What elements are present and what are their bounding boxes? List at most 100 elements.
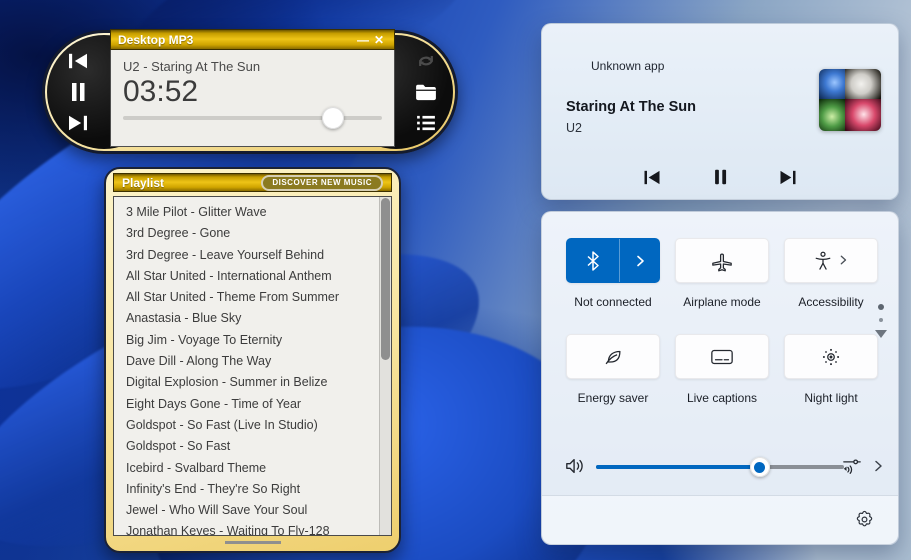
airplane-mode-tile-label: Airplane mode bbox=[683, 295, 761, 309]
playlist-item[interactable]: Eight Days Gone - Time of Year bbox=[126, 394, 371, 415]
audio-output-selector-icon[interactable] bbox=[842, 456, 862, 481]
speaker-icon[interactable] bbox=[564, 456, 586, 481]
playlist-item[interactable]: Jonathan Keyes - Waiting To Fly-128 bbox=[126, 521, 371, 535]
live-captions-tile[interactable] bbox=[675, 334, 769, 379]
minimize-button[interactable]: — bbox=[355, 33, 371, 47]
playlist-item[interactable]: Jewel - Who Will Save Your Soul bbox=[126, 500, 371, 521]
player-main-window: Desktop MP3 — ✕ U2 - Staring At The Sun … bbox=[110, 29, 395, 148]
pager-dot-active[interactable] bbox=[878, 304, 884, 310]
desktop: Desktop MP3 — ✕ U2 - Staring At The Sun … bbox=[0, 0, 911, 560]
playlist-item[interactable]: 3rd Degree - Leave Yourself Behind bbox=[126, 245, 371, 266]
airplane-mode-tile[interactable] bbox=[675, 238, 769, 283]
captions-icon bbox=[711, 349, 733, 364]
night-light-icon bbox=[822, 348, 840, 365]
previous-icon bbox=[644, 170, 660, 184]
bluetooth-tile-label: Not connected bbox=[574, 295, 652, 309]
close-button[interactable]: ✕ bbox=[371, 33, 387, 47]
playlist-item[interactable]: All Star United - International Anthem bbox=[126, 266, 371, 287]
playlist-window: Playlist DISCOVER NEW MUSIC 3 Mile Pilot… bbox=[104, 167, 401, 553]
bluetooth-toggle[interactable] bbox=[567, 239, 619, 282]
airplane-icon bbox=[712, 252, 732, 271]
seek-slider[interactable] bbox=[123, 107, 382, 129]
seek-thumb[interactable] bbox=[321, 107, 344, 129]
playlist-item[interactable]: 3 Mile Pilot - Glitter Wave bbox=[126, 202, 371, 223]
playlist-scrollbar[interactable] bbox=[379, 197, 391, 535]
album-art-quadrant bbox=[819, 99, 845, 131]
playlist-items: 3 Mile Pilot - Glitter Wave 3rd Degree -… bbox=[114, 197, 391, 535]
playlist-item[interactable]: Dave Dill - Along The Way bbox=[126, 351, 371, 372]
playlist-list-container: 3 Mile Pilot - Glitter Wave 3rd Degree -… bbox=[113, 196, 392, 536]
album-art-quadrant bbox=[845, 99, 881, 131]
chevron-right-icon bbox=[636, 255, 644, 266]
playlist-item[interactable]: Anastasia - Blue Sky bbox=[126, 308, 371, 329]
leaf-icon bbox=[605, 350, 621, 364]
volume-thumb[interactable] bbox=[749, 457, 770, 477]
accessibility-tile[interactable] bbox=[784, 238, 878, 283]
mp3-player-window: Desktop MP3 — ✕ U2 - Staring At The Sun … bbox=[42, 29, 458, 154]
media-previous-button[interactable] bbox=[641, 167, 663, 187]
playlist-resize-grip[interactable] bbox=[224, 541, 281, 544]
pause-icon bbox=[714, 169, 726, 185]
bluetooth-icon bbox=[587, 250, 599, 271]
repeat-icon bbox=[419, 56, 433, 66]
media-track-title: Staring At The Sun bbox=[566, 99, 696, 115]
playlist-title: Playlist bbox=[122, 175, 165, 190]
accessibility-tile-label: Accessibility bbox=[798, 295, 864, 309]
next-track-button[interactable] bbox=[65, 112, 91, 134]
night-light-tile-label: Night light bbox=[804, 391, 858, 405]
playlist-item[interactable]: Digital Explosion - Summer in Belize bbox=[126, 372, 371, 393]
media-artist: U2 bbox=[566, 121, 582, 135]
bluetooth-expand[interactable] bbox=[619, 239, 659, 282]
playlist-item[interactable]: 3rd Degree - Gone bbox=[126, 223, 371, 244]
previous-track-button[interactable] bbox=[65, 50, 91, 72]
playlist-item[interactable]: All Star United - Theme From Summer bbox=[126, 287, 371, 308]
previous-icon bbox=[69, 53, 87, 69]
accessibility-person-icon bbox=[815, 251, 831, 270]
next-icon bbox=[69, 115, 87, 131]
media-flyout-card: Unknown app Staring At The Sun U2 bbox=[541, 23, 899, 200]
playlist-item[interactable]: Goldspot - So Fast (Live In Studio) bbox=[126, 415, 371, 436]
quick-settings-pager bbox=[875, 304, 887, 338]
volume-fill bbox=[596, 465, 760, 469]
album-art bbox=[819, 69, 881, 131]
night-light-tile[interactable] bbox=[784, 334, 878, 379]
energy-saver-tile-label: Energy saver bbox=[577, 391, 649, 405]
energy-saver-tile[interactable] bbox=[566, 334, 660, 379]
playlist-item[interactable]: Icebird - Svalbard Theme bbox=[126, 458, 371, 479]
playlist-titlebar[interactable]: Playlist DISCOVER NEW MUSIC bbox=[113, 173, 392, 192]
volume-slider[interactable] bbox=[596, 457, 844, 477]
album-art-quadrant bbox=[845, 69, 881, 99]
media-next-button[interactable] bbox=[777, 167, 799, 187]
track-time: 03:52 bbox=[123, 75, 199, 108]
pause-icon bbox=[72, 83, 85, 101]
pause-button[interactable] bbox=[65, 81, 91, 103]
discover-new-music-button[interactable]: DISCOVER NEW MUSIC bbox=[261, 174, 383, 191]
media-pause-button[interactable] bbox=[709, 167, 731, 187]
quick-settings-panel: Not connected Airplane mode Accessibilit… bbox=[541, 211, 899, 545]
live-captions-tile-label: Live captions bbox=[686, 391, 758, 405]
settings-gear-icon[interactable] bbox=[855, 510, 874, 534]
volume-row bbox=[542, 455, 898, 479]
player-content: U2 - Staring At The Sun 03:52 bbox=[110, 50, 395, 147]
media-controls bbox=[542, 167, 898, 187]
now-playing-track: U2 - Staring At The Sun bbox=[123, 59, 261, 74]
player-window-title: Desktop MP3 bbox=[118, 32, 194, 47]
repeat-button[interactable] bbox=[413, 50, 439, 72]
open-file-button[interactable] bbox=[413, 81, 439, 103]
pager-dot[interactable] bbox=[879, 318, 883, 322]
pager-expand-arrow-icon[interactable] bbox=[875, 330, 887, 338]
playlist-item[interactable]: Big Jim - Voyage To Eternity bbox=[126, 330, 371, 351]
playlist-scrollbar-thumb[interactable] bbox=[381, 198, 390, 361]
audio-output-chevron-icon[interactable] bbox=[872, 459, 884, 477]
bluetooth-tile[interactable] bbox=[566, 238, 660, 283]
chevron-right-icon bbox=[840, 255, 847, 264]
album-art-quadrant bbox=[819, 69, 845, 99]
playlist-icon bbox=[417, 115, 435, 131]
next-icon bbox=[780, 170, 796, 184]
playlist-item[interactable]: Goldspot - So Fast bbox=[126, 436, 371, 457]
quick-settings-footer bbox=[542, 495, 898, 544]
player-titlebar[interactable]: Desktop MP3 — ✕ bbox=[110, 29, 395, 50]
playlist-item[interactable]: Infinity's End - They're So Right bbox=[126, 479, 371, 500]
playlist-toggle-button[interactable] bbox=[413, 112, 439, 134]
media-app-name: Unknown app bbox=[591, 59, 665, 73]
